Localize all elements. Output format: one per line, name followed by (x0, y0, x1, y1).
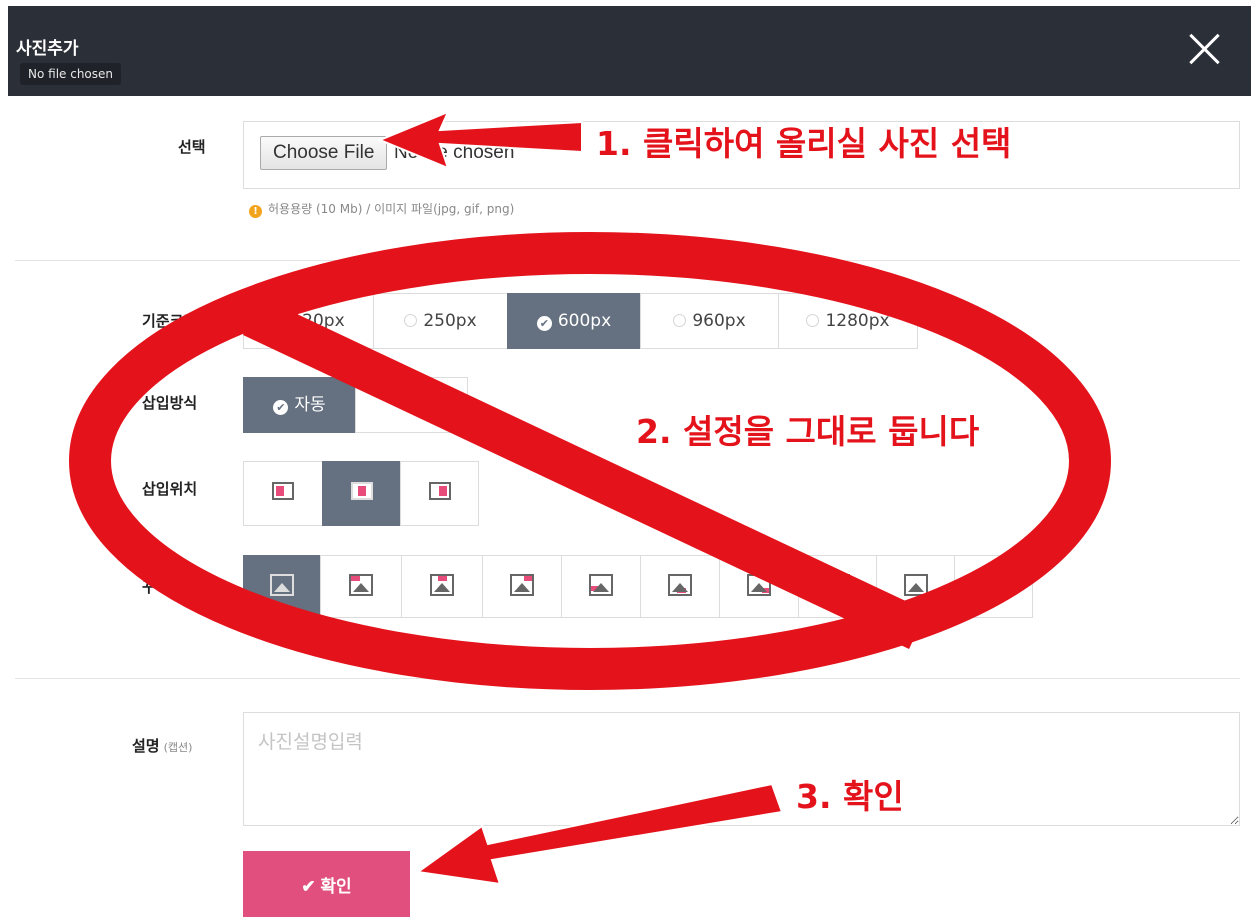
insert-method-auto[interactable]: ✔ 자동 (243, 377, 356, 433)
insert-method-auto-label: 자동 (294, 395, 326, 415)
frame-style-option[interactable] (482, 555, 562, 618)
image-frame-icon (747, 574, 771, 596)
check-icon: ✔ (273, 400, 289, 415)
annotation-step2: 2. 설정을 그대로 둡니다 (636, 412, 980, 451)
image-frame-icon (825, 574, 850, 596)
insert-method-other[interactable] (355, 377, 468, 433)
image-frame-icon (589, 574, 613, 596)
frame-style-option[interactable] (561, 555, 641, 618)
file-tooltip: No file chosen (20, 63, 122, 85)
left-align-icon (272, 482, 294, 500)
confirm-button[interactable]: ✔ 확인 (243, 851, 410, 917)
caption-textarea[interactable] (243, 712, 1240, 826)
image-frame-icon (510, 574, 534, 596)
size-option-label: 120px (291, 311, 345, 331)
image-frame-icon (668, 574, 692, 596)
size-option-600[interactable]: ✔ 600px (507, 293, 641, 349)
frame-style-option[interactable] (876, 555, 955, 618)
radio-icon (806, 314, 820, 327)
image-frame-icon (349, 574, 373, 596)
size-option-label: 1280px (825, 311, 890, 331)
frame-style-option[interactable] (320, 555, 402, 618)
upload-hint-text: 허용용량 (10 Mb) / 이미지 파일(jpg, gif, png) (268, 202, 515, 216)
caption-label: 설명 (캡션) (132, 735, 192, 756)
annotation-step3: 3. 확인 (796, 777, 904, 816)
radio-icon (404, 314, 418, 327)
size-option-label: 600px (557, 311, 612, 331)
size-option-250[interactable]: 250px (373, 293, 508, 349)
upload-hint: ! 허용용량 (10 Mb) / 이미지 파일(jpg, gif, png) (249, 200, 514, 218)
radio-icon (673, 314, 687, 327)
close-icon[interactable] (1187, 32, 1221, 66)
select-label: 선택 (178, 138, 206, 156)
size-option-960[interactable]: 960px (640, 293, 779, 349)
size-option-label: 960px (692, 311, 746, 331)
divider (15, 678, 1240, 679)
image-frame-icon (981, 574, 1006, 596)
size-label: 기준크기 (142, 312, 198, 330)
size-option-label: 250px (423, 311, 477, 331)
dialog-header: 사진추가 No file chosen (8, 6, 1251, 96)
choose-file-button[interactable]: Choose File (260, 136, 388, 170)
radio-icon (272, 314, 286, 327)
caption-sublabel: (캡션) (163, 741, 193, 754)
frame-style-option[interactable] (954, 555, 1033, 618)
annotation-step1: 1. 클릭하여 올리실 사진 선택 (596, 124, 1012, 163)
frame-style-option[interactable] (719, 555, 799, 618)
frame-style-label: 꾸미기 (142, 578, 184, 596)
image-frame-icon (903, 574, 928, 596)
center-align-icon (350, 482, 373, 500)
frame-style-option[interactable] (401, 555, 483, 618)
insert-position-label: 삽입위치 (142, 480, 198, 498)
radio-icon (402, 398, 415, 411)
frame-style-option[interactable] (243, 555, 321, 618)
size-option-1280[interactable]: 1280px (778, 293, 918, 349)
divider (15, 260, 1240, 261)
image-frame-icon (270, 574, 294, 596)
position-left-button[interactable] (243, 461, 323, 526)
dialog-title: 사진추가 (16, 39, 79, 59)
caption-label-text: 설명 (132, 737, 160, 755)
right-align-icon (428, 482, 451, 500)
frame-style-option[interactable] (798, 555, 877, 618)
position-right-button[interactable] (400, 461, 479, 526)
file-status-text: No file chosen (394, 142, 515, 163)
check-icon: ✔ (536, 316, 552, 331)
size-option-120[interactable]: 120px (243, 293, 374, 349)
insert-method-label: 삽입방식 (142, 394, 198, 412)
info-icon: ! (249, 205, 262, 218)
position-center-button[interactable] (322, 461, 401, 526)
frame-style-option[interactable] (640, 555, 720, 618)
image-frame-icon (430, 574, 454, 596)
